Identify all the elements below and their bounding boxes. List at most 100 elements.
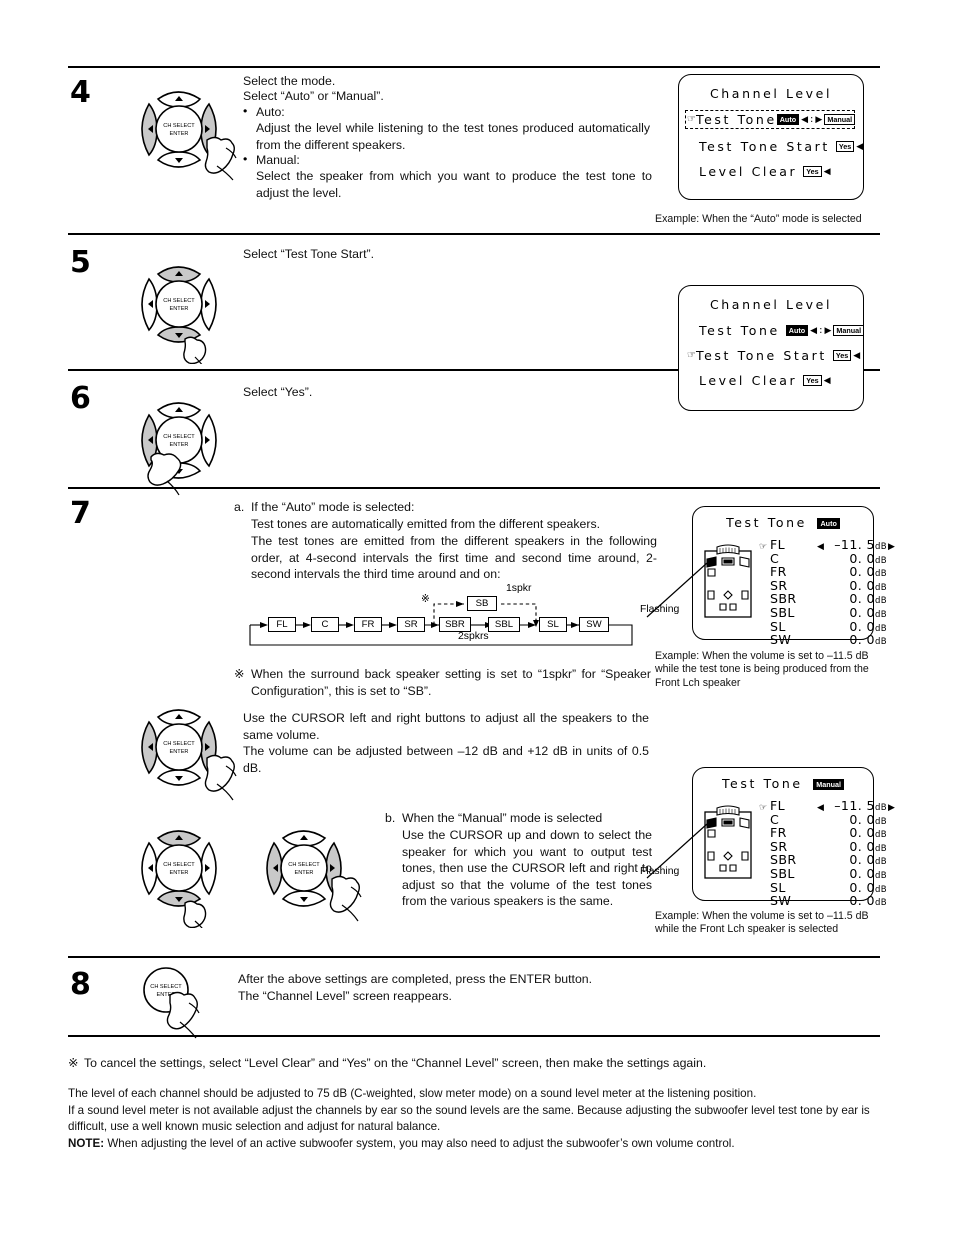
left-arrow-icon: ◀ <box>823 166 831 177</box>
flow-box-sw: SW <box>579 617 609 632</box>
svg-text:ENTER: ENTER <box>170 870 189 876</box>
osd-row-label: Test Tone Start <box>699 139 830 154</box>
svg-text:ENTER: ENTER <box>170 749 189 755</box>
cursor-pad-step7b-updown[interactable]: CH SELECT ENTER <box>123 813 238 928</box>
osd-row-test-tone[interactable]: ☞ Test Tone Auto ◀ : ▶ Manual <box>685 110 856 129</box>
channel-row[interactable]: SW 0. 0dB <box>759 632 896 648</box>
cursor-pad-step4[interactable]: CH SELECT ENTER <box>123 74 238 184</box>
badge-manual[interactable]: Manual <box>833 325 865 336</box>
channel-row[interactable]: SBR 0. 0dB <box>759 852 896 867</box>
osd-row-label: Test Tone <box>699 323 780 338</box>
step7-b-label: b. <box>385 811 396 825</box>
osd-row-label: Test Tone <box>695 112 777 127</box>
badge-yes[interactable]: Yes <box>803 375 822 386</box>
flow-box-sb: SB <box>467 596 497 611</box>
channel-row[interactable]: SBL 0. 0dB <box>759 866 896 881</box>
bottom-line-2: If a sound level meter is not available … <box>68 1104 870 1134</box>
badge-yes[interactable]: Yes <box>803 166 822 177</box>
enter-button-step8[interactable]: CH SELECT ENTER <box>140 965 230 1045</box>
channel-row[interactable]: C 0. 0dB <box>759 551 896 566</box>
svg-text:CH SELECT: CH SELECT <box>163 741 195 747</box>
osd-row-level-clear[interactable]: Level Clear Yes ◀ <box>699 373 863 388</box>
step7-a-line2: The test tones are emitted from the diff… <box>251 534 657 582</box>
step7-b-body: Use the CURSOR up and down to select the… <box>402 828 652 909</box>
enter-button <box>155 844 203 892</box>
left-arrow-icon: ◀ <box>823 375 831 386</box>
bottom-note: NOTE: When adjusting the level of an act… <box>68 1136 880 1152</box>
badge-auto[interactable]: Auto <box>785 325 809 336</box>
osd-title: Test Tone <box>721 776 803 791</box>
step4-bullet-manual-body: Select the speaker from which you want t… <box>256 169 652 200</box>
footnote-text: To cancel the settings, select “Level Cl… <box>84 1056 707 1070</box>
cursor-pad-step7a[interactable]: CH SELECT ENTER <box>123 692 238 807</box>
cursor-pad-step7b-leftright[interactable]: CH SELECT ENTER <box>248 813 363 928</box>
test-tone-order-diagram: FL C FR SR SBR SBL SL SW SB ※ 1spkr 2spk… <box>248 583 648 651</box>
step6-text: Select “Yes”. <box>243 385 313 399</box>
pad-center-label-2: ENTER <box>170 131 189 137</box>
channel-row[interactable]: C 0. 0dB <box>759 812 896 827</box>
step7-cursor-text-1: Use the CURSOR left and right buttons to… <box>243 711 649 742</box>
channel-row[interactable]: FR 0. 0dB <box>759 564 896 579</box>
channel-row[interactable]: SR 0. 0dB <box>759 578 896 593</box>
left-arrow-icon: ◀ <box>856 141 864 152</box>
left-arrow-icon: ◀ <box>817 803 824 813</box>
badge-yes[interactable]: Yes <box>835 141 855 152</box>
channel-level-list-auto: ☞ FL ◀ –11. 5dB ▶ C 0. 0dB FR 0. 0dB SR 0. 0dB SBR 0… <box>759 537 896 648</box>
badge-auto[interactable]: Auto <box>776 114 800 125</box>
channel-row[interactable]: FR 0. 0dB <box>759 825 896 840</box>
osd-test-tone-auto: Test Tone Auto ☞ FL ◀ –11. 5dB ▶ C 0. 0d… <box>646 506 895 647</box>
flow-label-1spkr: 1spkr <box>506 583 532 594</box>
osd-title: Channel Level <box>709 297 833 312</box>
channel-row[interactable]: SW 0. 0dB <box>759 893 896 908</box>
step-number-8: 8 <box>70 967 91 1002</box>
osd-row-level-clear[interactable]: Level Clear Yes ◀ <box>699 164 863 179</box>
flashing-label-auto: Flashing <box>640 604 680 615</box>
separator-colon: : <box>810 114 814 125</box>
step4-bullet-auto-body: Adjust the level while listening to the … <box>256 121 650 152</box>
right-arrow-icon: ▶ <box>815 114 823 125</box>
badge-manual[interactable]: Manual <box>824 114 856 125</box>
step7-note-mark: ※ <box>234 667 245 681</box>
bullet-dot-manual: • <box>243 152 248 166</box>
footnote-mark: ※ <box>68 1056 79 1070</box>
osd-row-test-tone-start[interactable]: Test Tone Start Yes ◀ <box>699 139 863 154</box>
osd-row-label: Test Tone Start <box>696 348 827 363</box>
channel-row[interactable]: SBR 0. 0dB <box>759 591 896 606</box>
step7-cursor-text-2: The volume can be adjusted between –12 d… <box>243 744 649 775</box>
step7-note-text: When the surround back speaker setting i… <box>251 667 651 698</box>
step7-a-title: If the “Auto” mode is selected: <box>251 500 415 514</box>
badge-mode-auto: Auto <box>817 518 840 529</box>
svg-text:CH SELECT: CH SELECT <box>163 862 195 868</box>
divider <box>68 66 880 68</box>
step4-line-2: Select “Auto” or “Manual”. <box>243 89 384 103</box>
step8-line-2: The “Channel Level” screen reappears. <box>238 989 452 1003</box>
svg-text:CH SELECT: CH SELECT <box>163 298 195 304</box>
cursor-pad-step5[interactable]: CH SELECT ENTER <box>123 249 238 364</box>
left-arrow-icon: ◀ <box>810 325 818 336</box>
osd-title: Channel Level <box>709 86 833 101</box>
channel-row[interactable]: SBL 0. 0dB <box>759 605 896 620</box>
channel-row[interactable]: SL 0. 0dB <box>759 619 896 634</box>
osd-caption-manual: Example: When the volume is set to –11.5… <box>655 910 883 937</box>
channel-row[interactable]: SL 0. 0dB <box>759 880 896 895</box>
svg-text:CH SELECT: CH SELECT <box>288 862 320 868</box>
channel-row[interactable]: ☞ FL ◀ –11. 5dB ▶ <box>759 537 896 552</box>
osd-row-test-tone[interactable]: Test Tone Auto ◀ : ▶ Manual <box>699 323 865 338</box>
right-arrow-icon: ▶ <box>888 542 895 552</box>
cursor-pad-step6[interactable]: CH SELECT ENTER <box>123 385 238 500</box>
channel-row[interactable]: ☞ FL ◀ –11. 5dB ▶ <box>759 798 896 813</box>
step7-a-line1: Test tones are automatically emitted fro… <box>251 517 601 531</box>
channel-name: SW <box>770 632 792 648</box>
left-arrow-icon: ◀ <box>801 114 809 125</box>
pad-center-label-1: CH SELECT <box>163 123 195 129</box>
separator-colon: : <box>819 325 823 336</box>
bottom-line-1: The level of each channel should be adju… <box>68 1087 757 1100</box>
divider <box>68 233 880 235</box>
channel-row[interactable]: SR 0. 0dB <box>759 839 896 854</box>
step-number-4: 4 <box>70 75 91 110</box>
enter-button <box>280 844 328 892</box>
badge-yes[interactable]: Yes <box>832 350 852 361</box>
right-arrow-icon: ▶ <box>888 803 895 813</box>
caption-head: Example: <box>655 910 700 922</box>
osd-row-test-tone-start[interactable]: ☞ Test Tone Start Yes ◀ <box>687 348 863 363</box>
